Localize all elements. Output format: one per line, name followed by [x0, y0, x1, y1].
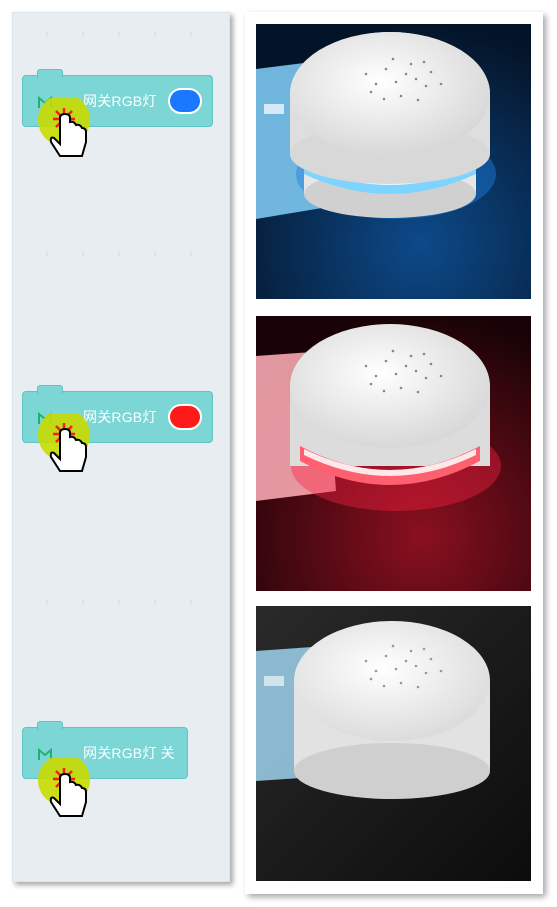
- gateway-photo-red: [256, 316, 531, 591]
- gateway-photo-off: [256, 606, 531, 881]
- gateway-photo-blue: [256, 24, 531, 299]
- block-notch: [37, 385, 63, 394]
- color-toggle-red[interactable]: [168, 404, 202, 430]
- block-label: 网关RGB灯 关: [83, 745, 175, 761]
- hand-pointer-icon: [38, 413, 90, 472]
- color-toggle-blue[interactable]: [168, 88, 202, 114]
- block-label: 网关RGB灯: [83, 409, 157, 425]
- block-label: 网关RGB灯: [83, 93, 157, 109]
- hand-pointer-icon: [38, 758, 90, 817]
- hand-pointer-icon: [38, 98, 90, 157]
- photo-panel: [245, 12, 543, 894]
- block-notch: [37, 69, 63, 78]
- block-notch: [37, 721, 63, 730]
